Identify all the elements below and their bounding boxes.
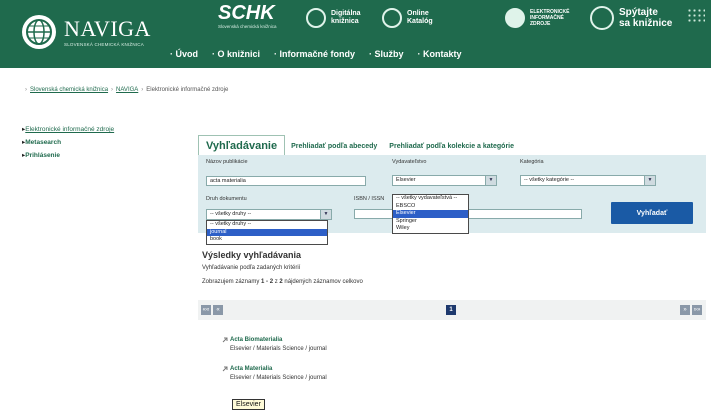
category-select[interactable]: -- všetky kategórie -- ▼ [520,175,656,186]
category-select-value: -- všetky kategórie -- [524,177,575,183]
main-nav: Úvod O knižnici Informačné fondy Služby … [170,49,476,59]
list-item: Acta Materialia Elsevier / Materials Sci… [222,366,327,381]
breadcrumb-separator: › [141,87,144,93]
results-total: 2 [279,279,283,285]
catalog-icon [382,8,402,28]
tab-browse-alphabet[interactable]: Prehliadať podľa abecedy [285,143,383,155]
publisher-option[interactable]: Springer [393,218,468,226]
online-catalog-link[interactable]: Online Katalóg [382,3,433,33]
brand-subtitle: SLOVENSKÁ CHEMICKÁ KNIŽNICA [64,41,144,47]
results-count-suffix: nájdených záznamov celkovo [284,279,363,285]
results-heading: Výsledky vyhľadávania [202,250,302,260]
naviga-logo[interactable]: NAVIGA SLOVENSKÁ CHEMICKÁ KNIŽNICA [22,12,151,52]
doctype-label: Druh dokumentu [206,196,247,202]
digital-library-label-2: knižnica [331,18,359,25]
tab-search[interactable]: Vyhľadávanie [198,135,286,156]
pagination: «« « 1 » »» [198,300,706,320]
chevron-down-icon: ▼ [485,176,496,185]
isbn-label: ISBN / ISSN [354,196,385,202]
digital-library-link[interactable]: Digitálna knižnica [306,3,361,33]
results-count: Zobrazujem záznamy 1 - 2 z 2 nájdených z… [202,279,363,285]
online-catalog-label-1: Online [407,10,429,17]
digital-library-icon [306,8,326,28]
doctype-option[interactable]: book [207,236,327,244]
breadcrumb-current: Elektronické informačné zdroje [146,87,229,93]
result-title[interactable]: Acta Biomaterialia [230,337,327,343]
doctype-select[interactable]: -- všetky druhy -- ▼ [206,209,332,220]
prev-page-button[interactable]: « [213,305,223,315]
title-input[interactable]: acta materialia [206,176,366,186]
electronic-resources-link[interactable]: ELEKTRONICKÉ INFORMAČNÉ ZDROJE [505,3,569,33]
search-button[interactable]: Vyhľadať [611,202,693,224]
digital-library-label-1: Digitálna [331,10,361,17]
breadcrumb-item-naviga[interactable]: NAVIGA [116,87,138,93]
ask-library-label-1: Spýtajte [619,7,658,18]
schk-subtitle: Slovenská chemická knižnica [218,24,277,29]
schk-logo-link[interactable]: SCHK Slovenská chemická knižnica [218,3,277,33]
document-link-icon [222,337,228,343]
breadcrumb-item-schk[interactable]: Slovenská chemická knižnica [30,87,108,93]
next-page-button[interactable]: » [680,305,690,315]
result-meta: Elsevier / Materials Science / journal [230,375,327,381]
search-tabs: Vyhľadávanie Prehliadať podľa abecedy Pr… [198,133,706,156]
nav-kontakty[interactable]: Kontakty [418,49,462,59]
doctype-select-value: -- všetky druhy -- [210,211,252,217]
resources-label-3: ZDROJE [530,21,551,27]
title-label: Názov publikácie [206,159,248,165]
sidebar-item-metasearch[interactable]: Metasearch [25,139,61,146]
publisher-option[interactable]: -- všetky vydavateľstvá -- [393,195,468,203]
publisher-option[interactable]: Wiley [393,225,468,233]
publisher-select[interactable]: Elsevier ▼ [392,175,497,186]
nav-sluzby[interactable]: Služby [369,49,404,59]
sidebar: ▸Elektronické informačné zdroje ▸Metasea… [22,125,114,164]
results-count-prefix: Zobrazujem záznamy [202,279,260,285]
publisher-dropdown-list: -- všetky vydavateľstvá -- EBSCO Elsevie… [392,194,469,234]
current-page-button[interactable]: 1 [446,305,456,315]
online-catalog-label-2: Katalóg [407,18,433,25]
first-page-button[interactable]: «« [201,305,211,315]
results-count-mid: z [274,279,278,285]
document-link-icon [222,366,228,372]
nav-uvod[interactable]: Úvod [170,49,199,59]
ask-library-link[interactable]: Spýtajte sa knižnice [590,3,672,33]
result-title[interactable]: Acta Materialia [230,366,327,372]
list-item: Acta Biomaterialia Elsevier / Materials … [222,337,327,352]
dots-decoration-icon [687,8,705,22]
chevron-down-icon: ▼ [644,176,655,185]
doctype-option-selected[interactable]: journal [207,228,327,236]
last-page-button[interactable]: »» [692,305,702,315]
ask-library-icon [590,6,614,30]
site-header: NAVIGA SLOVENSKÁ CHEMICKÁ KNIŽNICA SCHK … [0,0,711,68]
doctype-option[interactable]: -- všetky druhy -- [207,221,327,229]
tooltip: Elsevier [232,399,265,410]
results-criteria: Vyhľadávanie podľa zadaných kritérií [202,265,301,271]
schk-name: SCHK [218,2,275,24]
doctype-dropdown-list: -- všetky druhy -- journal book [206,220,328,245]
breadcrumb: › Slovenská chemická knižnica › NAVIGA › Elek… [22,87,228,93]
nav-o-kniznici[interactable]: O knižnici [212,49,261,59]
publisher-option-selected[interactable]: Elsevier [393,210,468,218]
breadcrumb-separator: › [25,87,27,93]
breadcrumb-separator: › [111,87,114,93]
globe-icon [22,15,56,49]
ask-library-label-2: sa knižnice [619,18,673,29]
category-label: Kategória [520,159,544,165]
resources-icon [505,8,525,28]
publisher-label: Vydavateľstvo [392,159,427,165]
sidebar-item-eiz[interactable]: Elektronické informačné zdroje [25,126,114,133]
chevron-down-icon: ▼ [320,210,331,219]
tab-browse-collection[interactable]: Prehliadať podľa kolekcie a kategórie [383,143,520,155]
results-range: 1 - 2 [261,279,274,285]
publisher-select-value: Elsevier [396,177,416,183]
brand-name: NAVIGA [64,15,151,41]
result-meta: Elsevier / Materials Science / journal [230,346,327,352]
publisher-option[interactable]: EBSCO [393,203,468,211]
sidebar-item-login[interactable]: Prihlásenie [25,152,60,159]
nav-informacne-fondy[interactable]: Informačné fondy [274,49,356,59]
